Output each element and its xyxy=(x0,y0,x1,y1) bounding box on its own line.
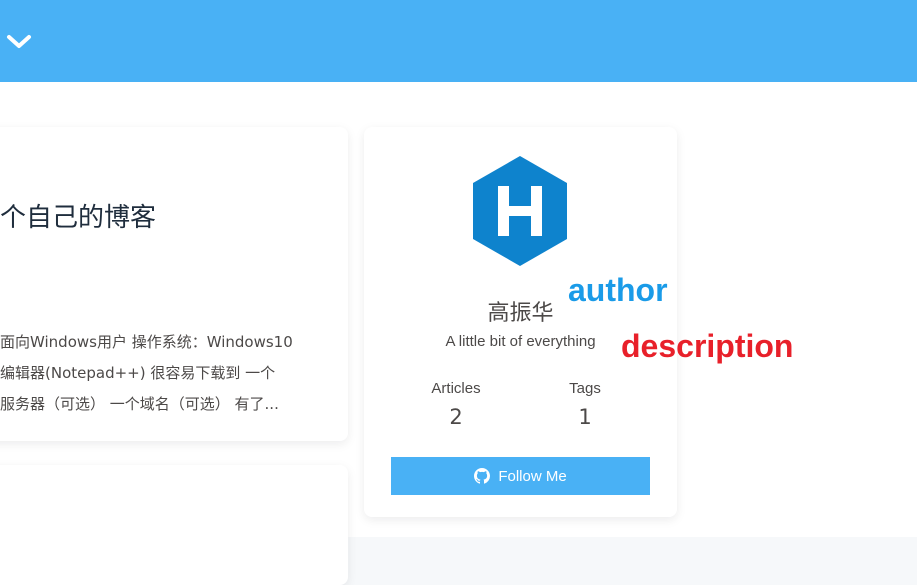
author-info-card: 高振华 A little bit of everything Articles … xyxy=(364,127,677,517)
articles-label: Articles xyxy=(431,380,481,397)
post-card[interactable] xyxy=(0,465,348,585)
post-excerpt: 面向Windows用户 操作系统：Windows10 编辑器(Notepad++… xyxy=(0,327,320,420)
excerpt-line: 编辑器(Notepad++) 很容易下载到 一个 xyxy=(0,364,276,382)
tags-stat[interactable]: Tags 1 xyxy=(525,380,645,429)
articles-stat[interactable]: Articles 2 xyxy=(396,380,516,429)
page-content: 个自己的博客 面向Windows用户 操作系统：Windows10 编辑器(No… xyxy=(0,82,917,585)
hexo-logo-icon xyxy=(470,154,570,268)
follow-me-button[interactable]: Follow Me xyxy=(391,457,650,495)
tags-count: 1 xyxy=(578,405,592,429)
excerpt-line: 服务器（可选） 一个域名（可选） 有了... xyxy=(0,395,279,413)
follow-me-label: Follow Me xyxy=(498,467,567,485)
post-title[interactable]: 个自己的博客 xyxy=(0,197,156,234)
description-annotation: description xyxy=(621,328,794,364)
articles-count: 2 xyxy=(449,405,463,429)
author-annotation: author xyxy=(568,272,668,308)
chevron-down-icon[interactable] xyxy=(5,28,33,56)
post-card[interactable]: 个自己的博客 面向Windows用户 操作系统：Windows10 编辑器(No… xyxy=(0,127,348,441)
github-icon xyxy=(474,468,491,484)
excerpt-line: 面向Windows用户 操作系统：Windows10 xyxy=(0,333,293,351)
tags-label: Tags xyxy=(569,380,601,397)
top-nav-bar xyxy=(0,0,917,82)
